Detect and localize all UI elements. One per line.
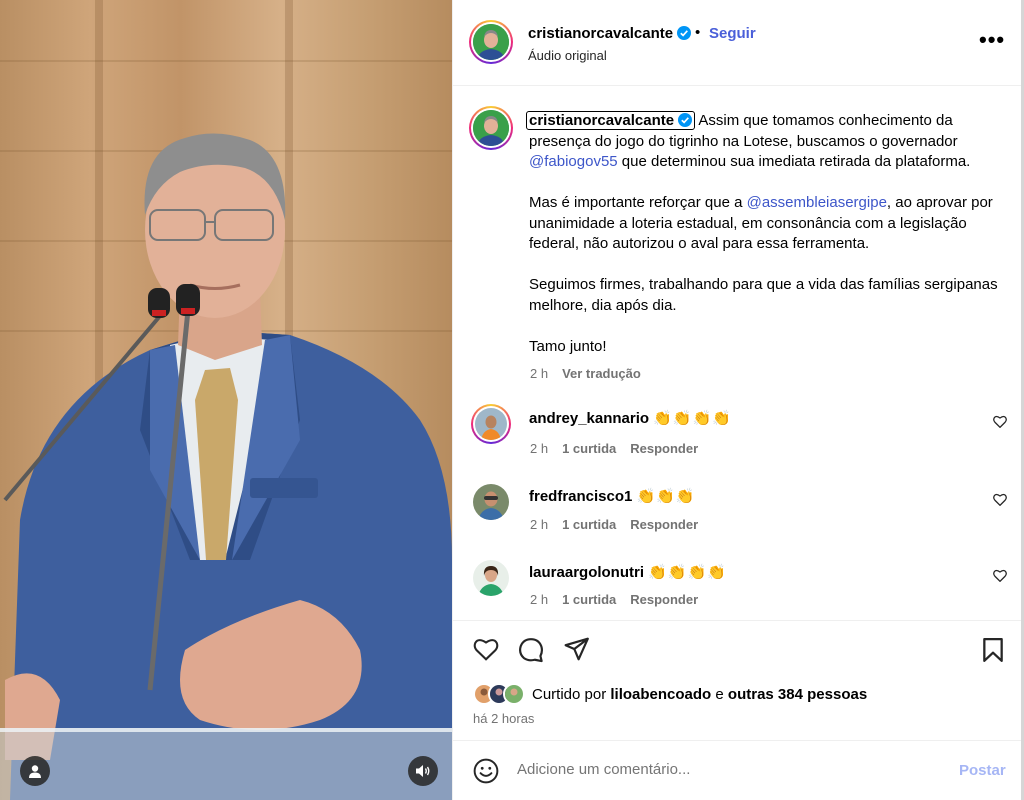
caption-paragraph-1: cristianorcavalcante Assim que tomamos c… xyxy=(526,111,999,173)
comment-icon[interactable] xyxy=(518,637,544,663)
share-icon[interactable] xyxy=(564,637,590,661)
caption-paragraph-3: Seguimos firmes, trabalhando para que a … xyxy=(529,276,998,314)
follow-button[interactable]: Seguir xyxy=(709,25,756,42)
comment-likes[interactable]: 1 curtida xyxy=(562,517,616,532)
post-timestamp[interactable]: há 2 horas xyxy=(473,711,534,726)
comment-meta: 2 h1 curtida Responder xyxy=(530,517,699,532)
liked-by: Curtido por liloabencoado e outras 384 p… xyxy=(473,683,867,705)
caption-username[interactable]: cristianorcavalcante xyxy=(526,111,696,130)
post-media[interactable] xyxy=(0,0,452,800)
reply-button[interactable]: Responder xyxy=(630,592,698,607)
likes-summary: Curtido por liloabencoado e outras 384 p… xyxy=(532,685,868,703)
more-options-icon[interactable]: ••• xyxy=(979,29,1005,51)
comment-text: fredfrancisco1 👏👏👏 xyxy=(529,488,696,505)
post-header: cristianorcavalcante • Seguir Áudio orig… xyxy=(453,0,1022,86)
caption-time[interactable]: 2 h xyxy=(530,366,548,381)
comment-item: andrey_kannario 👏👏👏👏 2 h1 curtida Respond… xyxy=(453,404,1022,482)
audio-original-link[interactable]: Áudio original xyxy=(528,48,607,63)
post-sidebar: cristianorcavalcante • Seguir Áudio orig… xyxy=(452,0,1024,800)
add-comment-bar: Postar xyxy=(453,740,1022,800)
like-heart-icon[interactable] xyxy=(473,637,499,661)
caption-meta: 2 h Ver tradução xyxy=(530,366,655,381)
caption-paragraph-2: Mas é importante reforçar que a @assembl… xyxy=(529,194,993,252)
caption-text: cristianorcavalcante Assim que tomamos c… xyxy=(526,111,999,357)
caption-paragraph-4: Tamo junto! xyxy=(529,337,607,355)
emoji-icon[interactable] xyxy=(473,758,499,784)
comment-username[interactable]: lauraargolonutri xyxy=(529,564,644,581)
audio-toggle-button[interactable] xyxy=(408,756,438,786)
post-actions: Curtido por liloabencoado e outras 384 p… xyxy=(453,620,1022,740)
tagged-users-button[interactable] xyxy=(20,756,50,786)
heart-icon[interactable] xyxy=(993,569,1007,582)
translate-link[interactable]: Ver tradução xyxy=(562,366,641,381)
author-avatar[interactable] xyxy=(469,20,513,64)
speaker-photo xyxy=(0,133,452,800)
avatar-image xyxy=(473,24,509,60)
avatar-image xyxy=(473,560,509,596)
comment-username[interactable]: fredfrancisco1 xyxy=(529,488,632,505)
comment-meta: 2 h1 curtida Responder xyxy=(530,592,699,607)
author-username[interactable]: cristianorcavalcante xyxy=(528,25,692,42)
comment-avatar[interactable] xyxy=(473,484,509,520)
separator-dot: • xyxy=(695,24,701,41)
bookmark-icon[interactable] xyxy=(982,637,1004,663)
comment-likes[interactable]: 1 curtida xyxy=(562,592,616,607)
mention-link[interactable]: @assembleiasergipe xyxy=(747,194,887,211)
caption-author-avatar[interactable] xyxy=(469,106,513,150)
comment-username[interactable]: andrey_kannario xyxy=(529,410,649,427)
verified-badge-icon xyxy=(677,26,692,40)
mention-link[interactable]: @fabiogov55 xyxy=(529,153,618,170)
heart-icon[interactable] xyxy=(993,493,1007,506)
comment-meta: 2 h1 curtida Responder xyxy=(530,441,699,456)
comment-likes[interactable]: 1 curtida xyxy=(562,441,616,456)
comment-avatar[interactable] xyxy=(473,560,509,596)
comment-avatar[interactable] xyxy=(471,404,511,444)
liker-avatar xyxy=(503,683,525,705)
heart-icon[interactable] xyxy=(993,415,1007,428)
audio-icon xyxy=(416,765,430,777)
comment-item: fredfrancisco1 👏👏👏 2 h1 curtida Responder xyxy=(453,484,1022,560)
post-comment-button[interactable]: Postar xyxy=(959,762,1006,779)
avatar-image xyxy=(475,408,507,440)
reply-button[interactable]: Responder xyxy=(630,441,698,456)
avatar-image xyxy=(473,110,509,146)
likes-count-link[interactable]: outras 384 pessoas xyxy=(728,686,867,703)
liker-username[interactable]: liloabencoado xyxy=(610,686,711,703)
avatar-image xyxy=(473,484,509,520)
comment-text: andrey_kannario 👏👏👏👏 xyxy=(529,410,732,427)
comment-input[interactable] xyxy=(517,761,937,778)
reply-button[interactable]: Responder xyxy=(630,517,698,532)
user-tag-icon xyxy=(29,765,41,778)
comment-text: lauraargolonutri 👏👏👏👏 xyxy=(529,564,727,581)
verified-badge-icon xyxy=(678,113,693,127)
